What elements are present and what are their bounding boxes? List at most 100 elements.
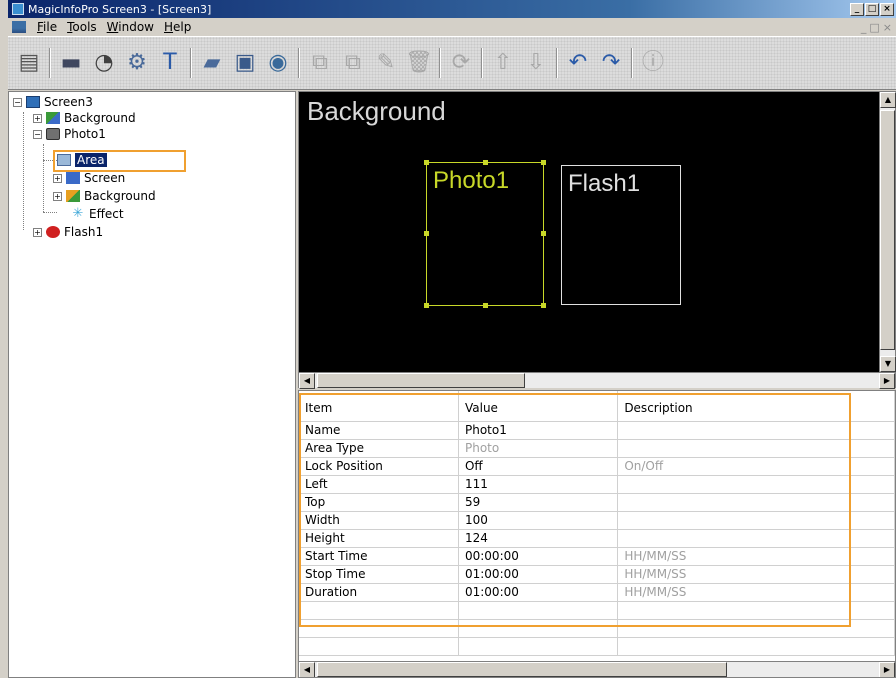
resize-handle[interactable] xyxy=(541,160,546,165)
minimize-button[interactable]: _ xyxy=(850,2,864,16)
paste-area-button[interactable]: ✎ xyxy=(371,48,401,78)
table-row[interactable]: Start Time 00:00:00 HH/MM/SS xyxy=(299,547,895,566)
property-item-cell: Lock Position xyxy=(299,457,459,476)
property-value-cell[interactable]: Photo xyxy=(458,439,619,458)
property-value-cell[interactable]: Photo1 xyxy=(458,421,619,440)
open-folder-button[interactable]: ▰ xyxy=(197,48,227,78)
document-close-button[interactable]: × xyxy=(883,21,892,34)
send-back-icon: ⇩ xyxy=(526,50,546,75)
resize-handle[interactable] xyxy=(424,160,429,165)
property-value-cell[interactable]: 01:00:00 xyxy=(458,565,619,584)
table-row[interactable]: Width 100 xyxy=(299,511,895,530)
document-icon[interactable] xyxy=(12,21,26,33)
scroll-left-icon[interactable]: ◀ xyxy=(299,662,315,677)
preview-button[interactable]: ◉ xyxy=(263,48,293,78)
column-header-description[interactable]: Description xyxy=(617,391,895,422)
table-row[interactable]: Lock Position Off On/Off xyxy=(299,457,895,476)
scroll-thumb[interactable] xyxy=(317,373,525,388)
send-back-button[interactable]: ⇩ xyxy=(521,48,551,78)
expand-icon[interactable]: + xyxy=(33,113,42,123)
toolbar-separator xyxy=(481,48,483,78)
display-button[interactable]: ▬ xyxy=(56,48,86,78)
save-button[interactable]: ▣ xyxy=(230,48,260,78)
property-value-cell[interactable]: 01:00:00 xyxy=(458,583,619,602)
maximize-button[interactable]: □ xyxy=(865,2,879,16)
property-value-cell[interactable]: 00:00:00 xyxy=(458,547,619,566)
table-row[interactable]: Top 59 xyxy=(299,493,895,512)
empty-cell xyxy=(299,619,459,638)
tree-node-screen3[interactable]: − Screen3 xyxy=(13,94,93,110)
settings-button[interactable]: ⚙ xyxy=(122,48,152,78)
menu-file[interactable]: File xyxy=(32,20,62,34)
property-description-cell xyxy=(617,421,895,440)
monitor-down-button[interactable]: ▤ xyxy=(14,48,44,78)
tree-node-area[interactable]: Area xyxy=(57,152,107,168)
resize-handle[interactable] xyxy=(541,231,546,236)
canvas-horizontal-scrollbar[interactable]: ◀ ▶ xyxy=(299,372,895,389)
property-value-cell[interactable]: Off xyxy=(458,457,619,476)
tree-node-flash1[interactable]: + Flash1 xyxy=(33,224,103,240)
scroll-thumb[interactable] xyxy=(880,110,895,350)
menu-help[interactable]: Help xyxy=(159,20,196,34)
document-minimize-button[interactable]: _ xyxy=(861,21,867,34)
scroll-down-icon[interactable]: ▼ xyxy=(880,356,896,372)
property-value-cell[interactable]: 124 xyxy=(458,529,619,548)
menu-window[interactable]: Window xyxy=(102,20,159,34)
close-button[interactable]: × xyxy=(880,2,894,16)
property-value-cell[interactable]: 111 xyxy=(458,475,619,494)
tree-node-photo1[interactable]: − Photo1 xyxy=(33,126,106,142)
table-row[interactable]: Name Photo1 xyxy=(299,421,895,440)
duplicate-area-button[interactable]: ⧉ xyxy=(338,48,368,78)
column-header-value[interactable]: Value xyxy=(458,391,619,422)
tree-node-label: Screen xyxy=(84,171,126,185)
table-row[interactable]: Stop Time 01:00:00 HH/MM/SS xyxy=(299,565,895,584)
table-row[interactable]: Height 124 xyxy=(299,529,895,548)
table-row[interactable]: Left 111 xyxy=(299,475,895,494)
properties-horizontal-scrollbar[interactable]: ◀ ▶ xyxy=(299,661,895,677)
collapse-icon[interactable]: − xyxy=(13,97,22,107)
menu-tools[interactable]: Tools xyxy=(62,20,102,34)
redo-button[interactable]: ↷ xyxy=(596,48,626,78)
bring-front-button[interactable]: ⇧ xyxy=(488,48,518,78)
scroll-left-icon[interactable]: ◀ xyxy=(299,373,315,389)
resize-handle[interactable] xyxy=(483,303,488,308)
toolbar-separator xyxy=(190,48,192,78)
column-header-item[interactable]: Item xyxy=(299,391,459,422)
expand-icon[interactable]: + xyxy=(53,191,62,201)
scroll-up-icon[interactable]: ▲ xyxy=(880,92,896,108)
scroll-right-icon[interactable]: ▶ xyxy=(879,662,895,677)
scroll-thumb[interactable] xyxy=(317,662,727,677)
tree-node-photo-background[interactable]: + Background xyxy=(53,188,156,204)
scroll-right-icon[interactable]: ▶ xyxy=(879,373,895,389)
area-flash1[interactable]: Flash1 xyxy=(561,165,681,305)
document-restore-button[interactable]: □ xyxy=(869,21,879,34)
tree-node-effect[interactable]: ✳ Effect xyxy=(71,206,124,222)
refresh-button[interactable]: ⟳ xyxy=(446,48,476,78)
collapse-icon[interactable]: − xyxy=(33,129,42,139)
tree-node-screen[interactable]: + Screen xyxy=(53,170,125,186)
resize-handle[interactable] xyxy=(424,231,429,236)
info-button[interactable]: ⓘ xyxy=(638,48,668,78)
canvas-vertical-scrollbar[interactable]: ▲ ▼ xyxy=(879,92,896,372)
property-item-cell: Duration xyxy=(299,583,459,602)
resize-handle[interactable] xyxy=(541,303,546,308)
expand-icon[interactable]: + xyxy=(33,227,42,237)
timer-button[interactable]: ◔ xyxy=(89,48,119,78)
properties-panel: Item Value Description Name Photo1 Area Ty… xyxy=(298,390,896,678)
add-area-button[interactable]: ⧉ xyxy=(305,48,335,78)
property-value-cell[interactable]: 59 xyxy=(458,493,619,512)
resize-handle[interactable] xyxy=(483,160,488,165)
display-icon: ▬ xyxy=(60,50,82,75)
delete-button[interactable]: 🗑 xyxy=(404,48,434,78)
resize-handle[interactable] xyxy=(424,303,429,308)
table-row[interactable]: Area Type Photo xyxy=(299,439,895,458)
expand-icon[interactable]: + xyxy=(53,173,62,183)
table-row[interactable]: Duration 01:00:00 HH/MM/SS xyxy=(299,583,895,602)
tree-node-background[interactable]: + Background xyxy=(33,110,136,126)
area-photo1[interactable]: Photo1 xyxy=(424,160,546,308)
property-value-cell[interactable]: 100 xyxy=(458,511,619,530)
open-folder-icon: ▰ xyxy=(203,50,221,75)
text-button[interactable]: T xyxy=(155,48,185,78)
screen-canvas[interactable]: Background Photo1 Flash1 ▲ ▼ ◀ ▶ xyxy=(298,91,896,389)
undo-button[interactable]: ↶ xyxy=(563,48,593,78)
